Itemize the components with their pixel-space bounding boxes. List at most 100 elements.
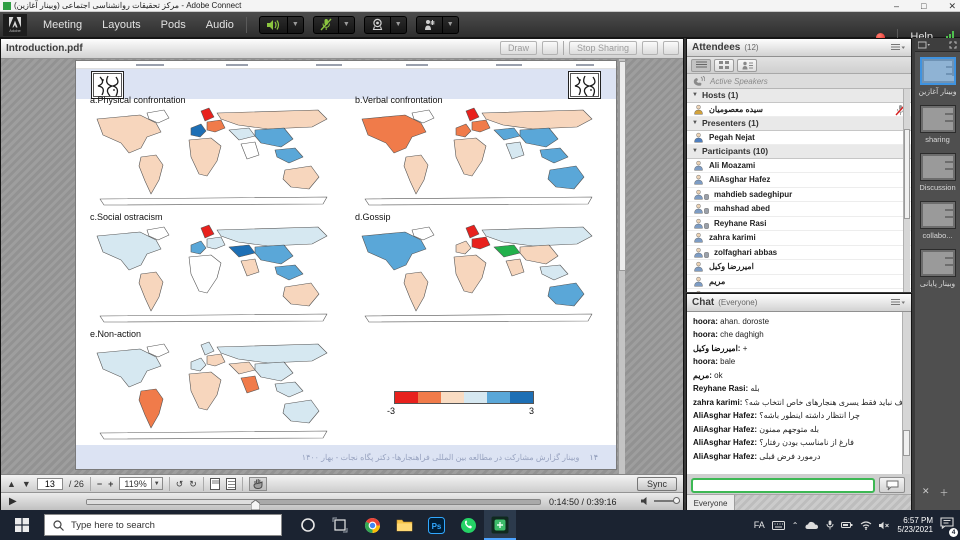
menu-meeting[interactable]: Meeting bbox=[43, 19, 82, 31]
microphone-tray-icon[interactable] bbox=[826, 520, 834, 530]
sync-button[interactable]: Sync bbox=[637, 477, 677, 491]
attendee-name: AliAsghar Hafez bbox=[709, 175, 770, 184]
add-layout-icon[interactable]: ＋ bbox=[940, 486, 949, 499]
layout-thumbnail-5[interactable]: وبینار پایانی bbox=[915, 249, 960, 288]
document-viewport[interactable]: a.Physical confrontation b.Verbal confr bbox=[1, 59, 683, 474]
status-view-button[interactable] bbox=[737, 59, 757, 72]
chat-send-button[interactable] bbox=[879, 477, 905, 493]
keyboard-icon[interactable] bbox=[772, 521, 785, 530]
webcam-button[interactable]: ▼ bbox=[364, 16, 407, 34]
page-number-input[interactable] bbox=[37, 478, 63, 490]
language-indicator[interactable]: FA bbox=[754, 520, 765, 530]
chat-pod: Chat (Everyone) hoora: ahan. dorostehoor… bbox=[686, 293, 912, 510]
chat-message-list[interactable]: hoora: ahan. dorostehoora: che daghighام… bbox=[687, 312, 903, 474]
layouts-menu-icon[interactable] bbox=[918, 41, 930, 49]
attendee-group-header[interactable]: ▼Participants (10) bbox=[687, 145, 911, 159]
attendee-row[interactable]: مریم bbox=[687, 275, 911, 290]
layout-thumbnail-3[interactable]: Discussion bbox=[915, 153, 960, 192]
playback-time-display: 0:14:50 / 0:39:16 bbox=[549, 497, 617, 507]
taskbar-task-view-icon[interactable] bbox=[324, 510, 356, 540]
stop-sharing-button[interactable]: Stop Sharing bbox=[569, 41, 637, 55]
minimize-button[interactable]: – bbox=[894, 1, 899, 11]
fullscreen-icon[interactable] bbox=[642, 41, 658, 55]
taskbar-adobe-connect-icon[interactable] bbox=[484, 510, 516, 540]
menu-audio[interactable]: Audio bbox=[206, 19, 234, 31]
taskbar-search[interactable]: Type here to search bbox=[44, 514, 282, 536]
chat-scrollbar[interactable] bbox=[902, 312, 910, 474]
start-button[interactable] bbox=[0, 510, 44, 540]
speaker-tray-icon[interactable] bbox=[879, 521, 890, 530]
attendees-pod-menu-icon[interactable] bbox=[891, 43, 907, 53]
chat-input[interactable] bbox=[691, 478, 875, 493]
volume-knob[interactable] bbox=[673, 497, 680, 504]
attendee-row[interactable] bbox=[687, 289, 911, 292]
speaker-button[interactable]: ▼ bbox=[259, 16, 304, 34]
tab-everyone[interactable]: Everyone bbox=[687, 495, 735, 511]
maximize-button[interactable]: □ bbox=[921, 1, 926, 11]
microphone-muted-button[interactable]: ▼ bbox=[313, 16, 355, 34]
close-button[interactable]: ✕ bbox=[948, 1, 956, 11]
layouts-expand-icon[interactable] bbox=[949, 41, 957, 49]
taskbar-file-explorer-icon[interactable] bbox=[388, 510, 420, 540]
grid-view-button[interactable] bbox=[714, 59, 734, 72]
attendee-row[interactable]: zahra karimi bbox=[687, 231, 911, 246]
attendee-row[interactable]: Reyhane Rasi bbox=[687, 217, 911, 232]
previous-page-icon[interactable]: ▲ bbox=[7, 479, 16, 489]
chat-tab-bar: Everyone bbox=[687, 494, 911, 510]
taskbar-whatsapp-icon[interactable] bbox=[452, 510, 484, 540]
wifi-icon[interactable] bbox=[860, 521, 872, 530]
chevron-up-icon[interactable]: ⌃ bbox=[792, 521, 799, 530]
next-page-icon[interactable]: ▼ bbox=[22, 479, 31, 489]
volume-slider[interactable] bbox=[654, 500, 680, 502]
speaker-dropdown[interactable]: ▼ bbox=[287, 17, 303, 33]
attendee-row[interactable]: سیده معصومیان bbox=[687, 103, 911, 118]
list-view-button[interactable] bbox=[691, 59, 711, 72]
attendee-row[interactable]: امیررضا وکیل bbox=[687, 260, 911, 275]
clock[interactable]: 6:57 PM 5/23/2021 bbox=[897, 516, 933, 534]
menu-pods[interactable]: Pods bbox=[161, 19, 186, 31]
pod-menu-icon[interactable] bbox=[663, 41, 679, 55]
attendee-row[interactable]: mahshad abed bbox=[687, 202, 911, 217]
zoom-dropdown-caret[interactable]: ▼ bbox=[151, 478, 162, 489]
attendee-row[interactable]: zolfaghari abbas bbox=[687, 246, 911, 261]
fit-width-icon[interactable] bbox=[226, 478, 236, 490]
webcam-dropdown[interactable]: ▼ bbox=[390, 17, 406, 33]
rotate-left-icon[interactable]: ↺ bbox=[176, 479, 184, 489]
chat-pod-menu-icon[interactable] bbox=[891, 298, 907, 308]
attendee-row[interactable]: mahdieb sadeghipur bbox=[687, 188, 911, 203]
taskbar-photoshop-icon[interactable]: Ps bbox=[420, 510, 452, 540]
pen-tool-icon[interactable] bbox=[542, 41, 558, 55]
menu-layouts[interactable]: Layouts bbox=[102, 19, 141, 31]
fit-page-icon[interactable] bbox=[210, 478, 220, 490]
volume-icon[interactable] bbox=[641, 496, 650, 506]
document-scrollbar[interactable] bbox=[618, 59, 625, 474]
attendees-scrollbar[interactable] bbox=[903, 89, 910, 292]
draw-button[interactable]: Draw bbox=[500, 41, 537, 55]
pan-tool-button[interactable] bbox=[249, 477, 267, 491]
attendee-row[interactable]: AliAsghar Hafez bbox=[687, 173, 911, 188]
attendee-group-header[interactable]: ▼Hosts (1) bbox=[687, 89, 911, 103]
zoom-level-select[interactable]: 119% ▼ bbox=[119, 477, 162, 490]
raise-hand-dropdown[interactable]: ▼ bbox=[442, 17, 458, 33]
microphone-dropdown[interactable]: ▼ bbox=[338, 17, 354, 33]
collapse-icon: ▼ bbox=[692, 120, 698, 126]
zoom-out-icon[interactable]: − bbox=[97, 479, 102, 489]
playback-progress-track[interactable] bbox=[86, 499, 541, 505]
raise-hand-button[interactable]: ▼ bbox=[416, 16, 459, 34]
rotate-right-icon[interactable]: ↻ bbox=[189, 479, 197, 489]
power-icon[interactable] bbox=[841, 521, 853, 529]
onedrive-cloud-icon[interactable] bbox=[805, 521, 819, 530]
attendee-group-header[interactable]: ▼Presenters (1) bbox=[687, 117, 911, 131]
play-button[interactable]: ▶ bbox=[9, 496, 17, 507]
taskbar-cortana-icon[interactable] bbox=[292, 510, 324, 540]
layout-thumbnail-1[interactable]: وبینار آغازین bbox=[915, 57, 960, 96]
attendee-row[interactable]: Ali Moazami bbox=[687, 159, 911, 174]
attendee-row[interactable]: Pegah Nejat bbox=[687, 131, 911, 146]
layout-thumbnail-4[interactable]: collabo... bbox=[915, 201, 960, 240]
taskbar-chrome-icon[interactable] bbox=[356, 510, 388, 540]
notification-center-icon[interactable]: 4 bbox=[940, 516, 954, 534]
layout-thumbnail-2[interactable]: sharing bbox=[915, 105, 960, 144]
zoom-in-icon[interactable]: + bbox=[108, 479, 113, 489]
close-panel-icon[interactable]: ✕ bbox=[922, 486, 930, 499]
attendee-list[interactable]: ▼Hosts (1)سیده معصومیان▼Presenters (1)Pe… bbox=[687, 89, 911, 292]
